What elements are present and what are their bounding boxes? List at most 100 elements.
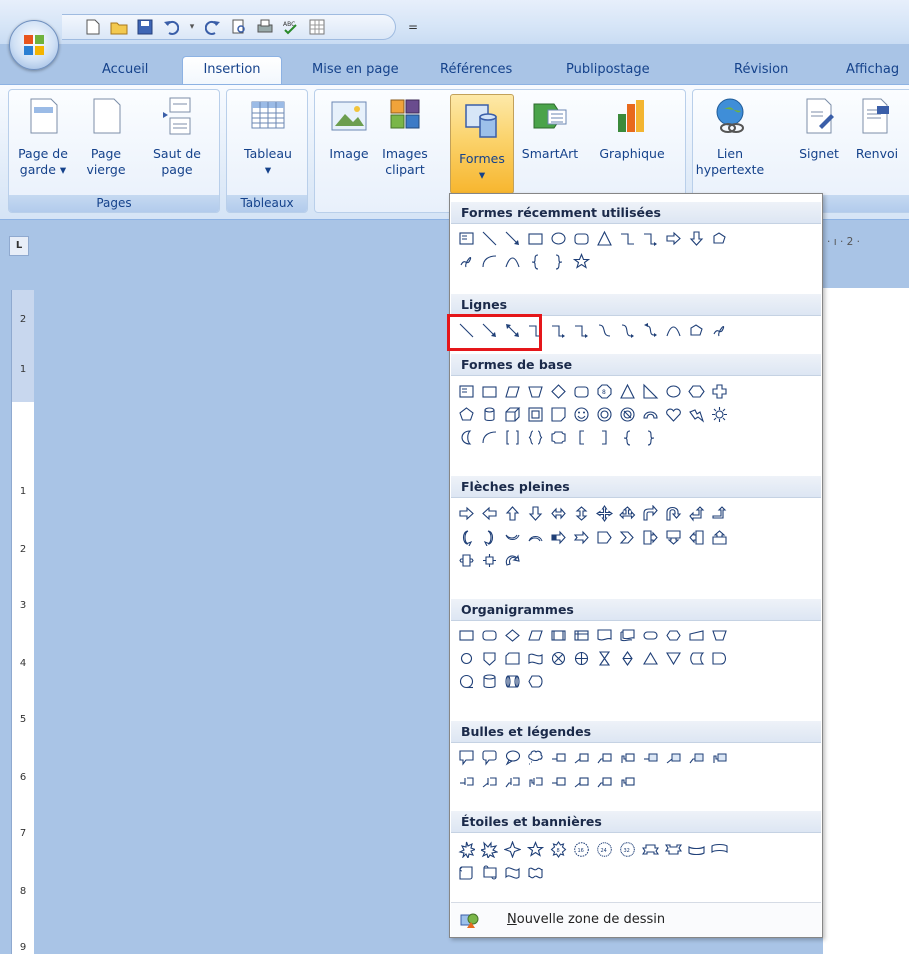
shape-line-icon[interactable]	[479, 228, 500, 249]
tab-revision[interactable]: Révision	[724, 58, 798, 82]
shape-star5-icon[interactable]	[525, 839, 546, 860]
shape-oval-icon[interactable]	[548, 228, 569, 249]
shape-tri-icon[interactable]	[617, 381, 638, 402]
shape-arrow-icon[interactable]	[502, 228, 523, 249]
shape-fmop-icon[interactable]	[709, 625, 730, 646]
shape-bcall2-icon[interactable]	[663, 747, 684, 768]
shape-star24-icon[interactable]: 24	[594, 839, 615, 860]
shape-textbox-icon[interactable]	[456, 228, 477, 249]
shape-textbox-icon[interactable]	[456, 381, 477, 402]
signet-button[interactable]: Signet	[793, 96, 845, 162]
shape-fman-icon[interactable]	[686, 625, 707, 646]
shape-lcall-icon[interactable]	[686, 527, 707, 548]
shape-uturn-icon[interactable]	[663, 503, 684, 524]
shape-cross-icon[interactable]	[709, 381, 730, 402]
shape-fdata-icon[interactable]	[525, 625, 546, 646]
smartart-button[interactable]: SmartArt	[515, 96, 585, 162]
shape-exp1-icon[interactable]	[456, 839, 477, 860]
shape-dwave-icon[interactable]	[525, 862, 546, 883]
shape-octa-icon[interactable]: 8	[594, 381, 615, 402]
shape-sun-icon[interactable]	[709, 404, 730, 425]
office-button[interactable]	[9, 20, 59, 70]
shape-rcall-icon[interactable]	[640, 527, 661, 548]
shape-lbrace-icon[interactable]	[525, 251, 546, 272]
print-preview-icon[interactable]	[230, 18, 248, 36]
shape-arc-icon[interactable]	[479, 427, 500, 448]
shape-ribdown-icon[interactable]	[663, 839, 684, 860]
shape-penta-icon[interactable]	[456, 404, 477, 425]
shape-fsum-icon[interactable]	[548, 648, 569, 669]
graphique-button[interactable]: Graphique	[587, 96, 677, 162]
shape-chevron-icon[interactable]	[617, 527, 638, 548]
shape-freeform-icon[interactable]	[686, 320, 707, 341]
shape-udarrow-icon[interactable]	[571, 503, 592, 524]
shape-bcall1-icon[interactable]	[640, 747, 661, 768]
shape-scribble-icon[interactable]	[709, 320, 730, 341]
vertical-ruler[interactable]: 2 1 1 2 3 4 5 6 7 8 9	[11, 290, 34, 954]
shape-elbowarr-icon[interactable]	[571, 320, 592, 341]
shape-scribble-icon[interactable]	[456, 251, 477, 272]
shape-fdisp-icon[interactable]	[525, 671, 546, 692]
shape-fsort-icon[interactable]	[617, 648, 638, 669]
saut-de-page-button[interactable]: Saut de page	[145, 96, 209, 178]
shape-fint-icon[interactable]	[571, 625, 592, 646]
shape-lcall1-icon[interactable]	[548, 771, 569, 792]
shape-notched-icon[interactable]	[571, 527, 592, 548]
shape-rrect-icon[interactable]	[571, 228, 592, 249]
shape-donut-icon[interactable]	[594, 404, 615, 425]
shape-star8-icon[interactable]: 8	[548, 839, 569, 860]
shape-rarrow-icon[interactable]	[663, 228, 684, 249]
shape-ucall-icon[interactable]	[709, 527, 730, 548]
undo-dropdown-icon[interactable]: ▾	[188, 18, 196, 36]
shape-fproc-icon[interactable]	[456, 625, 477, 646]
shape-trap-icon[interactable]	[525, 381, 546, 402]
lien-hypertexte-button[interactable]: Lien hypertexte	[695, 96, 765, 178]
tab-accueil[interactable]: Accueil	[92, 58, 158, 82]
shape-lcall2-icon[interactable]	[571, 747, 592, 768]
shape-ocallout-icon[interactable]	[502, 747, 523, 768]
shape-fmag-icon[interactable]	[479, 671, 500, 692]
shape-cribup-icon[interactable]	[686, 839, 707, 860]
shape-smile-icon[interactable]	[571, 404, 592, 425]
shape-lcall3-icon[interactable]	[594, 771, 615, 792]
shape-rcallout-icon[interactable]	[456, 747, 477, 768]
shape-vscroll-icon[interactable]	[456, 862, 477, 883]
shape-larrow-icon[interactable]	[479, 503, 500, 524]
shape-lru-icon[interactable]	[617, 503, 638, 524]
shape-elbowarr-icon[interactable]	[640, 228, 661, 249]
shape-lcall4-icon[interactable]	[617, 747, 638, 768]
shape-fmerge-icon[interactable]	[663, 648, 684, 669]
shape-curvarr-icon[interactable]	[617, 320, 638, 341]
shape-rbrace-icon[interactable]	[548, 251, 569, 272]
save-icon[interactable]	[136, 18, 154, 36]
shape-wave-icon[interactable]	[502, 862, 523, 883]
shape-exp2-icon[interactable]	[479, 839, 500, 860]
shape-freeform-icon[interactable]	[709, 228, 730, 249]
shape-fseq-icon[interactable]	[456, 671, 477, 692]
shape-striped-icon[interactable]	[548, 527, 569, 548]
formes-button[interactable]: Formes ▾	[450, 94, 514, 194]
shape-dblbrace-icon[interactable]	[525, 427, 546, 448]
shape-hscroll-icon[interactable]	[479, 862, 500, 883]
shape-lup-icon[interactable]	[686, 503, 707, 524]
shape-ccallout-icon[interactable]	[525, 747, 546, 768]
shape-tri-icon[interactable]	[594, 228, 615, 249]
document-page[interactable]	[823, 288, 909, 954]
shape-fconn-icon[interactable]	[456, 648, 477, 669]
shape-para-icon[interactable]	[502, 381, 523, 402]
customize-qat-button[interactable]: =	[408, 20, 418, 34]
shape-lbrk-icon[interactable]	[571, 427, 592, 448]
new-drawing-canvas-item[interactable]: Nouvelle zone de dessin	[451, 902, 821, 937]
horizontal-ruler[interactable]: 1 · ı · 2 ·	[817, 236, 860, 248]
shape-star-icon[interactable]	[571, 251, 592, 272]
shape-nosym-icon[interactable]	[617, 404, 638, 425]
images-clipart-button[interactable]: Images clipart	[377, 96, 433, 178]
shape-ribup-icon[interactable]	[640, 839, 661, 860]
shape-curvU-icon[interactable]	[502, 527, 523, 548]
shape-xcall3-icon[interactable]	[502, 771, 523, 792]
tab-mise-en-page[interactable]: Mise en page	[302, 58, 409, 82]
shape-bevel-icon[interactable]	[525, 404, 546, 425]
shape-rrcallout-icon[interactable]	[479, 747, 500, 768]
shape-oval-icon[interactable]	[663, 381, 684, 402]
shape-cube-icon[interactable]	[502, 404, 523, 425]
